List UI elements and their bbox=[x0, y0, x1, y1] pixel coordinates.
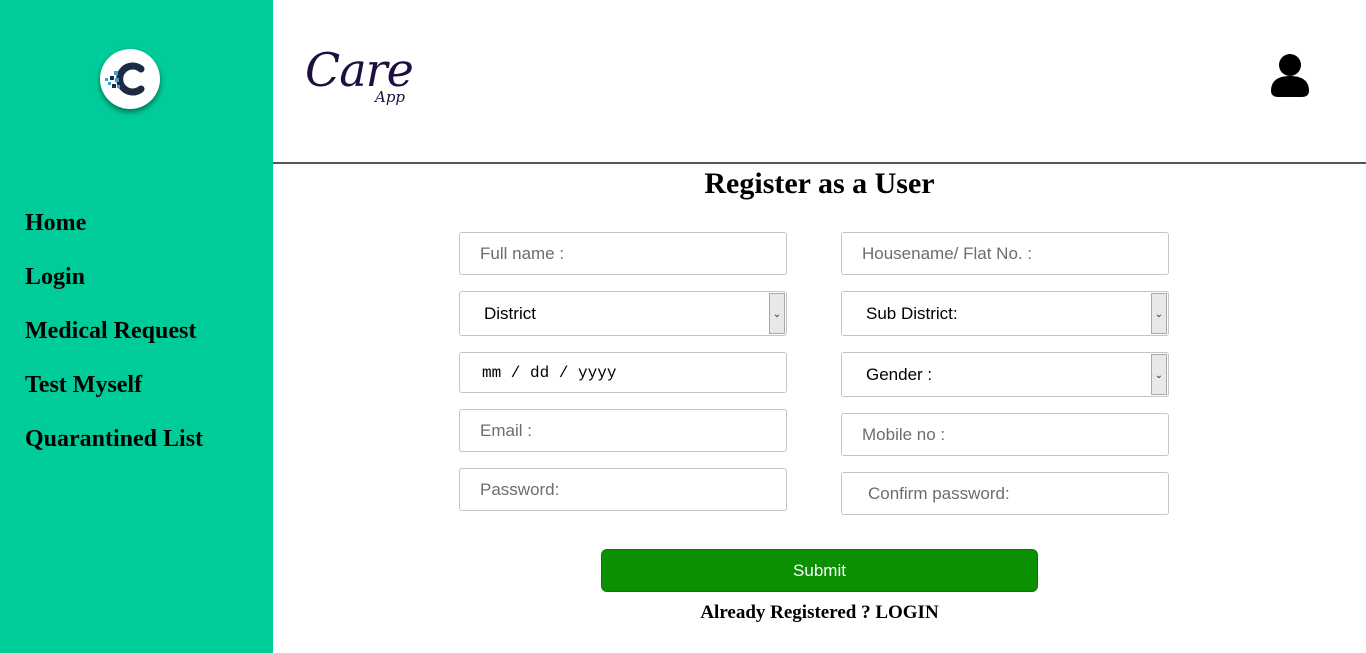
brand-sub-text: App bbox=[375, 88, 406, 106]
gender-select[interactable]: Gender : ⌄ bbox=[841, 352, 1169, 397]
password-input[interactable] bbox=[459, 468, 787, 511]
page-title: Register as a User bbox=[704, 167, 935, 200]
brand-logo[interactable]: Care App bbox=[305, 42, 435, 114]
already-registered-login-link[interactable]: Already Registered ? LOGIN bbox=[273, 601, 1366, 625]
sidebar: Home Login Medical Request Test Myself Q… bbox=[0, 0, 273, 653]
sidebar-item-test-myself[interactable]: Test Myself bbox=[25, 368, 203, 422]
district-select[interactable]: District ⌄ bbox=[459, 291, 787, 336]
submit-button[interactable]: Submit bbox=[601, 549, 1038, 592]
gender-select-value: Gender : bbox=[866, 365, 933, 384]
chevron-down-icon: ⌄ bbox=[769, 293, 785, 334]
sidebar-item-medical-request[interactable]: Medical Request bbox=[25, 314, 203, 368]
full-name-input[interactable] bbox=[459, 232, 787, 275]
sidebar-item-quarantined-list[interactable]: Quarantined List bbox=[25, 422, 203, 476]
sidebar-item-home[interactable]: Home bbox=[25, 206, 203, 260]
sub-district-select[interactable]: Sub District: ⌄ bbox=[841, 291, 1169, 336]
confirm-password-input[interactable] bbox=[841, 472, 1169, 515]
header: Care App bbox=[273, 0, 1366, 164]
sidebar-nav: Home Login Medical Request Test Myself Q… bbox=[25, 206, 203, 476]
dob-date-input[interactable]: mm / dd / yyyy bbox=[459, 352, 787, 393]
user-icon[interactable] bbox=[1271, 53, 1309, 97]
sidebar-item-login[interactable]: Login bbox=[25, 260, 203, 314]
email-input[interactable] bbox=[459, 409, 787, 452]
housename-input[interactable] bbox=[841, 232, 1169, 275]
sub-district-select-value: Sub District: bbox=[866, 304, 958, 323]
district-select-value: District bbox=[484, 304, 536, 323]
chevron-down-icon: ⌄ bbox=[1151, 293, 1167, 334]
mobile-input[interactable] bbox=[841, 413, 1169, 456]
dob-date-placeholder: mm / dd / yyyy bbox=[482, 364, 617, 382]
chevron-down-icon: ⌄ bbox=[1151, 354, 1167, 395]
app-logo-icon[interactable] bbox=[100, 49, 160, 109]
